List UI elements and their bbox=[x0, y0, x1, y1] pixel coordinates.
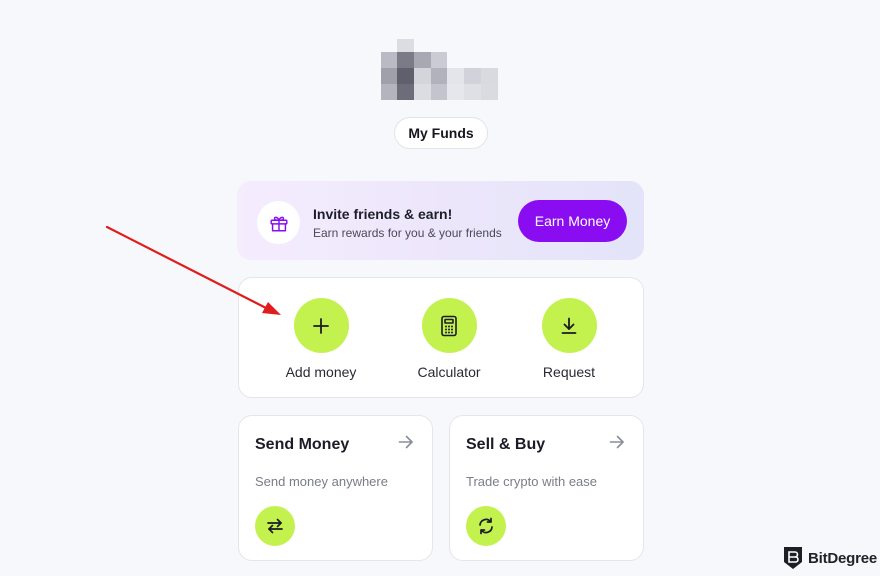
brand-text: BitDegree bbox=[808, 549, 878, 567]
bitdegree-watermark: BitDegree bbox=[782, 545, 877, 571]
annotation-arrow bbox=[105, 225, 281, 315]
bitdegree-logo-icon bbox=[784, 547, 802, 569]
